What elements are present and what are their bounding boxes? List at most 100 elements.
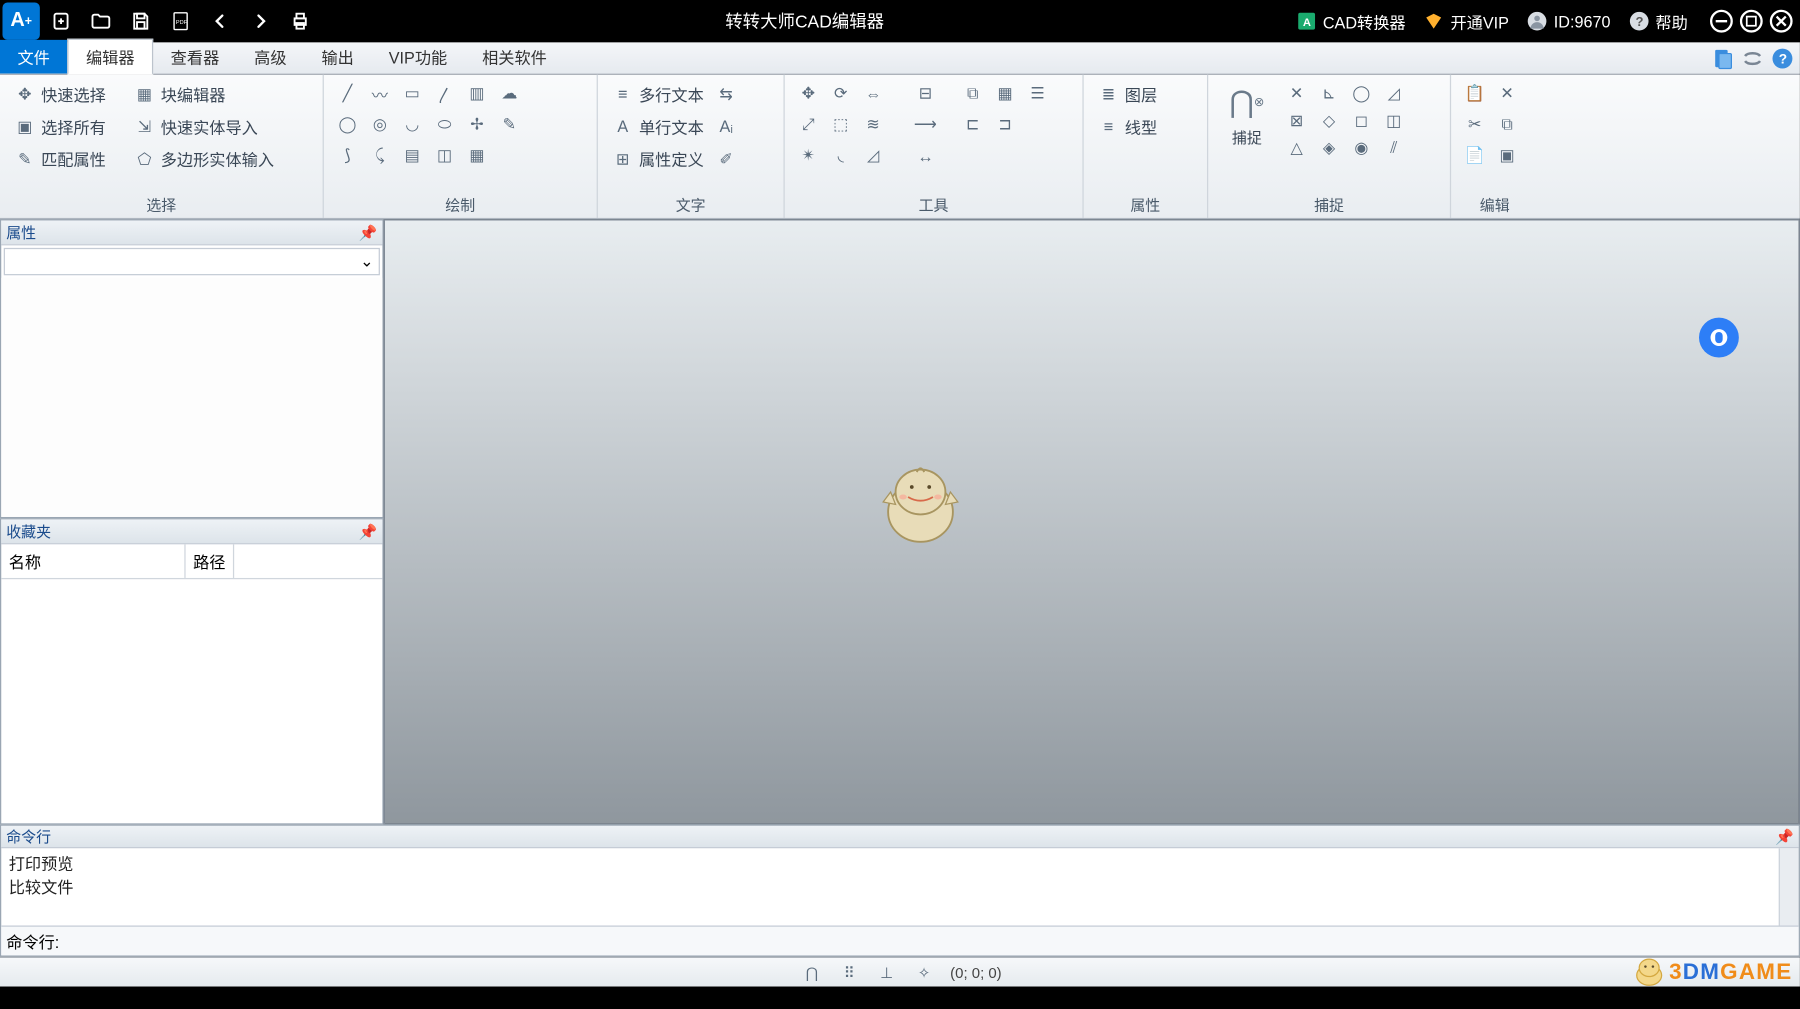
tab-output[interactable]: 输出 [304, 40, 371, 74]
snap-mid-icon[interactable]: △ [1283, 135, 1310, 162]
snap-par-icon[interactable]: ⫽ [1380, 135, 1407, 162]
tab-related[interactable]: 相关软件 [465, 40, 565, 74]
user-id-link[interactable]: ID:9670 [1521, 7, 1615, 34]
mtext-button[interactable]: ≡多行文本 [608, 80, 708, 109]
hatch-tool-icon[interactable]: ▥ [463, 80, 490, 107]
rect-tool-icon[interactable]: ▭ [399, 80, 426, 107]
ellipse-tool-icon[interactable]: ⬭ [431, 111, 458, 138]
select-all-button[interactable]: ▣选择所有 [10, 112, 110, 141]
extend-tool-icon[interactable]: ⟶ [912, 111, 939, 138]
offset-tool-icon[interactable]: ≋ [859, 111, 886, 138]
quick-select-button[interactable]: ✥快速选择 [10, 80, 110, 109]
array-tool-icon[interactable]: ▦ [991, 80, 1018, 107]
pencil-tool-icon[interactable]: ✎ [496, 111, 523, 138]
snap-tan-icon[interactable]: ◿ [1380, 80, 1407, 107]
snap-ins-icon[interactable]: ◉ [1348, 135, 1375, 162]
ribbon-help-button[interactable]: ? [1770, 46, 1795, 71]
explode-tool-icon[interactable]: ✴ [795, 142, 822, 169]
new-file-button[interactable] [42, 2, 79, 39]
text-style-icon[interactable]: Aᵢ [713, 113, 740, 140]
print-button[interactable] [282, 2, 319, 39]
pin-icon[interactable]: 📌 [359, 523, 378, 540]
open-vip-link[interactable]: 开通VIP [1418, 7, 1514, 36]
stretch-tool-icon[interactable]: ⬚ [827, 111, 854, 138]
pdf-export-button[interactable]: PDF [162, 2, 199, 39]
polar-status-icon[interactable]: ✧ [910, 958, 937, 985]
donut-tool-icon[interactable]: ◎ [366, 111, 393, 138]
delete-icon[interactable]: ✕ [1493, 80, 1520, 107]
scrollbar[interactable] [1779, 848, 1799, 925]
ortho-status-icon[interactable]: ⊥ [873, 958, 900, 985]
scale-tool-icon[interactable]: ⤢ [795, 111, 822, 138]
point-tool-icon[interactable]: ✢ [463, 111, 490, 138]
tab-vip[interactable]: VIP功能 [371, 40, 464, 74]
stext-button[interactable]: A单行文本 [608, 112, 708, 141]
align-tool-icon[interactable]: ☰ [1024, 80, 1051, 107]
cut-icon[interactable]: ✂ [1461, 111, 1488, 138]
snap-int-icon[interactable]: ⊠ [1283, 107, 1310, 134]
fav-col-name[interactable]: 名称 [1, 544, 185, 578]
cad-converter-link[interactable]: A CAD转换器 [1290, 7, 1410, 36]
snap-perp-icon[interactable]: ⊾ [1315, 80, 1342, 107]
spline-tool-icon[interactable]: 〰 [366, 80, 393, 107]
polygon-input-button[interactable]: ⬠多边形实体输入 [130, 144, 278, 173]
block-editor-button[interactable]: ▦块编辑器 [130, 80, 230, 109]
help-link[interactable]: ? 帮助 [1623, 7, 1693, 36]
arc3-tool-icon[interactable]: ⤹ [366, 142, 393, 169]
join-tool-icon[interactable]: ⊐ [991, 111, 1018, 138]
pin-icon[interactable]: 📌 [1775, 828, 1794, 845]
copy-tool-icon[interactable]: ⧉ [959, 80, 986, 107]
maximize-button[interactable] [1738, 7, 1765, 34]
match-attr-button[interactable]: ✎匹配属性 [10, 144, 110, 173]
drawing-canvas[interactable] [384, 219, 1800, 824]
paste-special-icon[interactable]: 📄 [1461, 142, 1488, 169]
copy-clip-icon[interactable]: ⧉ [1493, 111, 1520, 138]
paste-icon[interactable]: 📋 [1461, 80, 1488, 107]
floating-action-button[interactable] [1699, 318, 1739, 358]
lengthen-tool-icon[interactable]: ↔ [912, 142, 939, 169]
linetype-button[interactable]: ≡线型 [1094, 112, 1197, 141]
attrdef-button[interactable]: ⊞属性定义 [608, 144, 708, 173]
fav-col-path[interactable]: 路径 [186, 544, 235, 578]
undo-button[interactable] [202, 2, 239, 39]
tab-editor[interactable]: 编辑器 [67, 39, 153, 75]
break-tool-icon[interactable]: ⊏ [959, 111, 986, 138]
snap-toggle-button[interactable]: ⋂⊗ 捕捉 [1218, 80, 1275, 192]
snap-ext-icon[interactable]: ◇ [1315, 107, 1342, 134]
gradient-tool-icon[interactable]: ◫ [431, 142, 458, 169]
line-tool-icon[interactable]: ╱ [334, 80, 361, 107]
bhatch-tool-icon[interactable]: ▤ [399, 142, 426, 169]
grid-status-icon[interactable]: ⠿ [836, 958, 863, 985]
properties-dropdown[interactable]: ⌄ [4, 248, 380, 275]
revcloud-tool-icon[interactable]: ☁ [496, 80, 523, 107]
trim-tool-icon[interactable]: ⊟ [912, 80, 939, 107]
table-tool-icon[interactable]: ▦ [463, 142, 490, 169]
arc2-tool-icon[interactable]: ⟆ [334, 142, 361, 169]
snap-quad-icon[interactable]: ◻ [1348, 107, 1375, 134]
save-button[interactable] [122, 2, 159, 39]
tab-file[interactable]: 文件 [0, 40, 67, 74]
snap-status-icon[interactable]: ⋂ [798, 958, 825, 985]
minimize-button[interactable] [1708, 7, 1735, 34]
snap-center-icon[interactable]: ◯ [1348, 80, 1375, 107]
ribbon-paste-button[interactable] [1710, 46, 1735, 71]
snap-node-icon[interactable]: ◫ [1380, 107, 1407, 134]
circle-tool-icon[interactable]: ◯ [334, 111, 361, 138]
layers-button[interactable]: ≣图层 [1094, 80, 1197, 109]
pin-icon[interactable]: 📌 [359, 224, 378, 241]
text-spacing-icon[interactable]: ⇆ [713, 80, 740, 107]
move-tool-icon[interactable]: ✥ [795, 80, 822, 107]
arc-tool-icon[interactable]: ◡ [399, 111, 426, 138]
close-button[interactable] [1768, 7, 1795, 34]
snap-near-icon[interactable]: ◈ [1315, 135, 1342, 162]
rotate-tool-icon[interactable]: ⟳ [827, 80, 854, 107]
open-file-button[interactable] [82, 2, 119, 39]
polyline-tool-icon[interactable]: 〳 [431, 80, 458, 107]
command-input[interactable] [64, 932, 1793, 951]
tab-advanced[interactable]: 高级 [237, 40, 304, 74]
redo-button[interactable] [242, 2, 279, 39]
snap-end-icon[interactable]: ✕ [1283, 80, 1310, 107]
quick-import-button[interactable]: ⇲快速实体导入 [130, 112, 262, 141]
tab-viewer[interactable]: 查看器 [153, 40, 236, 74]
ribbon-collapse-button[interactable] [1740, 46, 1765, 71]
